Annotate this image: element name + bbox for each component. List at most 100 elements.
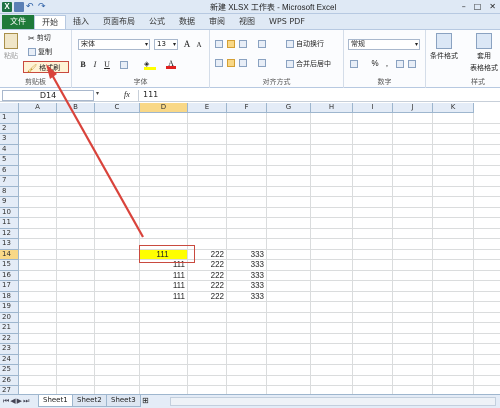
italic-button[interactable]: I (90, 60, 100, 70)
tab-formulas[interactable]: 公式 (142, 15, 172, 29)
row-header-8[interactable]: 8 (0, 186, 19, 197)
row-header-13[interactable]: 13 (0, 239, 19, 250)
row-header-9[interactable]: 9 (0, 197, 19, 208)
align-right-icon[interactable] (239, 59, 247, 67)
tab-insert[interactable]: 插入 (66, 15, 96, 29)
tab-home[interactable]: 开始 (34, 15, 66, 29)
close-button[interactable]: ✕ (489, 2, 496, 11)
row-header-17[interactable]: 17 (0, 281, 19, 292)
cell-e16[interactable]: 222 (188, 271, 226, 281)
row-header-27[interactable]: 27 (0, 386, 19, 394)
bold-button[interactable]: B (78, 60, 88, 70)
row-header-22[interactable]: 22 (0, 333, 19, 344)
row-header-6[interactable]: 6 (0, 165, 19, 176)
column-header-b[interactable]: B (57, 103, 95, 113)
cut-button[interactable]: ✂ 剪切 (28, 33, 51, 43)
column-header-f[interactable]: F (227, 103, 267, 113)
currency-icon[interactable] (350, 60, 358, 68)
redo-icon[interactable]: ↷ (38, 2, 48, 12)
font-name-combo[interactable]: 宋体 ▾ (78, 39, 150, 50)
row-header-4[interactable]: 4 (0, 144, 19, 155)
sheet-tab-sheet3[interactable]: Sheet3 (106, 395, 141, 407)
align-bottom-icon[interactable] (239, 40, 247, 48)
row-header-26[interactable]: 26 (0, 375, 19, 386)
row-header-12[interactable]: 12 (0, 228, 19, 239)
save-icon[interactable] (14, 2, 24, 12)
cell-f18[interactable]: 333 (227, 292, 266, 302)
tab-page-layout[interactable]: 页面布局 (96, 15, 142, 29)
paste-button[interactable]: 粘贴 (4, 33, 18, 61)
column-header-h[interactable]: H (311, 103, 353, 113)
conditional-format-button[interactable]: 条件格式 (430, 33, 458, 61)
row-header-16[interactable]: 16 (0, 270, 19, 281)
align-middle-icon[interactable] (227, 40, 235, 48)
cell-f14[interactable]: 333 (227, 250, 266, 260)
row-header-21[interactable]: 21 (0, 323, 19, 334)
chevron-down-icon[interactable]: ▾ (96, 90, 99, 97)
decrease-decimal-icon[interactable] (408, 60, 416, 68)
column-header-k[interactable]: K (433, 103, 474, 113)
row-header-15[interactable]: 15 (0, 260, 19, 271)
tab-wps-pdf[interactable]: WPS PDF (262, 15, 312, 29)
undo-icon[interactable]: ↶ (26, 2, 36, 12)
insert-sheet-icon[interactable]: ⊞ (142, 396, 149, 405)
select-all-corner[interactable] (0, 103, 19, 113)
insert-function-button[interactable]: fx (124, 90, 130, 99)
maximize-button[interactable]: □ (474, 2, 482, 11)
tab-review[interactable]: 审阅 (202, 15, 232, 29)
shrink-font-button[interactable]: A (194, 40, 204, 50)
orientation-icon[interactable] (258, 40, 266, 48)
row-header-3[interactable]: 3 (0, 134, 19, 145)
row-header-5[interactable]: 5 (0, 155, 19, 166)
row-header-25[interactable]: 25 (0, 365, 19, 376)
cell-e18[interactable]: 222 (188, 292, 226, 302)
column-header-d[interactable]: D (140, 103, 188, 113)
row-header-24[interactable]: 24 (0, 354, 19, 365)
increase-decimal-icon[interactable] (396, 60, 404, 68)
font-size-combo[interactable]: 13 ▾ (154, 39, 178, 50)
name-box[interactable]: D14 (2, 90, 94, 101)
comma-button[interactable]: , (382, 59, 392, 69)
column-header-e[interactable]: E (188, 103, 227, 113)
format-painter-button[interactable]: 🖌 格式刷 (27, 63, 60, 73)
copy-button[interactable]: 复制 (28, 47, 52, 57)
font-color-button[interactable]: A (166, 59, 176, 69)
cell-d18[interactable]: 111 (140, 292, 187, 302)
wrap-text-button[interactable]: 自动换行 (286, 39, 324, 49)
cell-f16[interactable]: 333 (227, 271, 266, 281)
horizontal-scrollbar[interactable] (170, 397, 496, 406)
underline-button[interactable]: U (102, 60, 112, 70)
row-header-1[interactable]: 1 (0, 113, 19, 124)
column-header-i[interactable]: I (353, 103, 393, 113)
merge-center-button[interactable]: 合并后居中 (286, 59, 331, 69)
format-as-table-button[interactable]: 套用 表格格式 (470, 33, 498, 73)
row-header-18[interactable]: 18 (0, 291, 19, 302)
fill-color-icon[interactable]: ◈ (144, 60, 156, 70)
column-header-a[interactable]: A (19, 103, 57, 113)
tab-data[interactable]: 数据 (172, 15, 202, 29)
column-header-g[interactable]: G (267, 103, 311, 113)
align-center-icon[interactable] (227, 59, 235, 67)
formula-input[interactable]: 111 (138, 90, 496, 101)
cell-f17[interactable]: 333 (227, 281, 266, 291)
row-header-11[interactable]: 11 (0, 218, 19, 229)
row-header-23[interactable]: 23 (0, 344, 19, 355)
column-header-j[interactable]: J (393, 103, 433, 113)
column-header-c[interactable]: C (95, 103, 140, 113)
align-left-icon[interactable] (215, 59, 223, 67)
tab-view[interactable]: 视图 (232, 15, 262, 29)
number-format-combo[interactable]: 常规 ▾ (348, 39, 420, 50)
sheet-tab-sheet2[interactable]: Sheet2 (72, 395, 107, 407)
tab-file[interactable]: 文件 (2, 15, 34, 29)
row-header-2[interactable]: 2 (0, 123, 19, 134)
row-header-20[interactable]: 20 (0, 312, 19, 323)
row-header-7[interactable]: 7 (0, 176, 19, 187)
align-top-icon[interactable] (215, 40, 223, 48)
cell-d17[interactable]: 111 (140, 281, 187, 291)
borders-icon[interactable] (120, 61, 128, 69)
row-header-10[interactable]: 10 (0, 207, 19, 218)
cell-d16[interactable]: 111 (140, 271, 187, 281)
grow-font-button[interactable]: A (182, 39, 192, 49)
sheet-nav-arrows-icon[interactable]: ⏮◀▶⏭ (3, 397, 30, 406)
row-header-14[interactable]: 14 (0, 249, 19, 260)
